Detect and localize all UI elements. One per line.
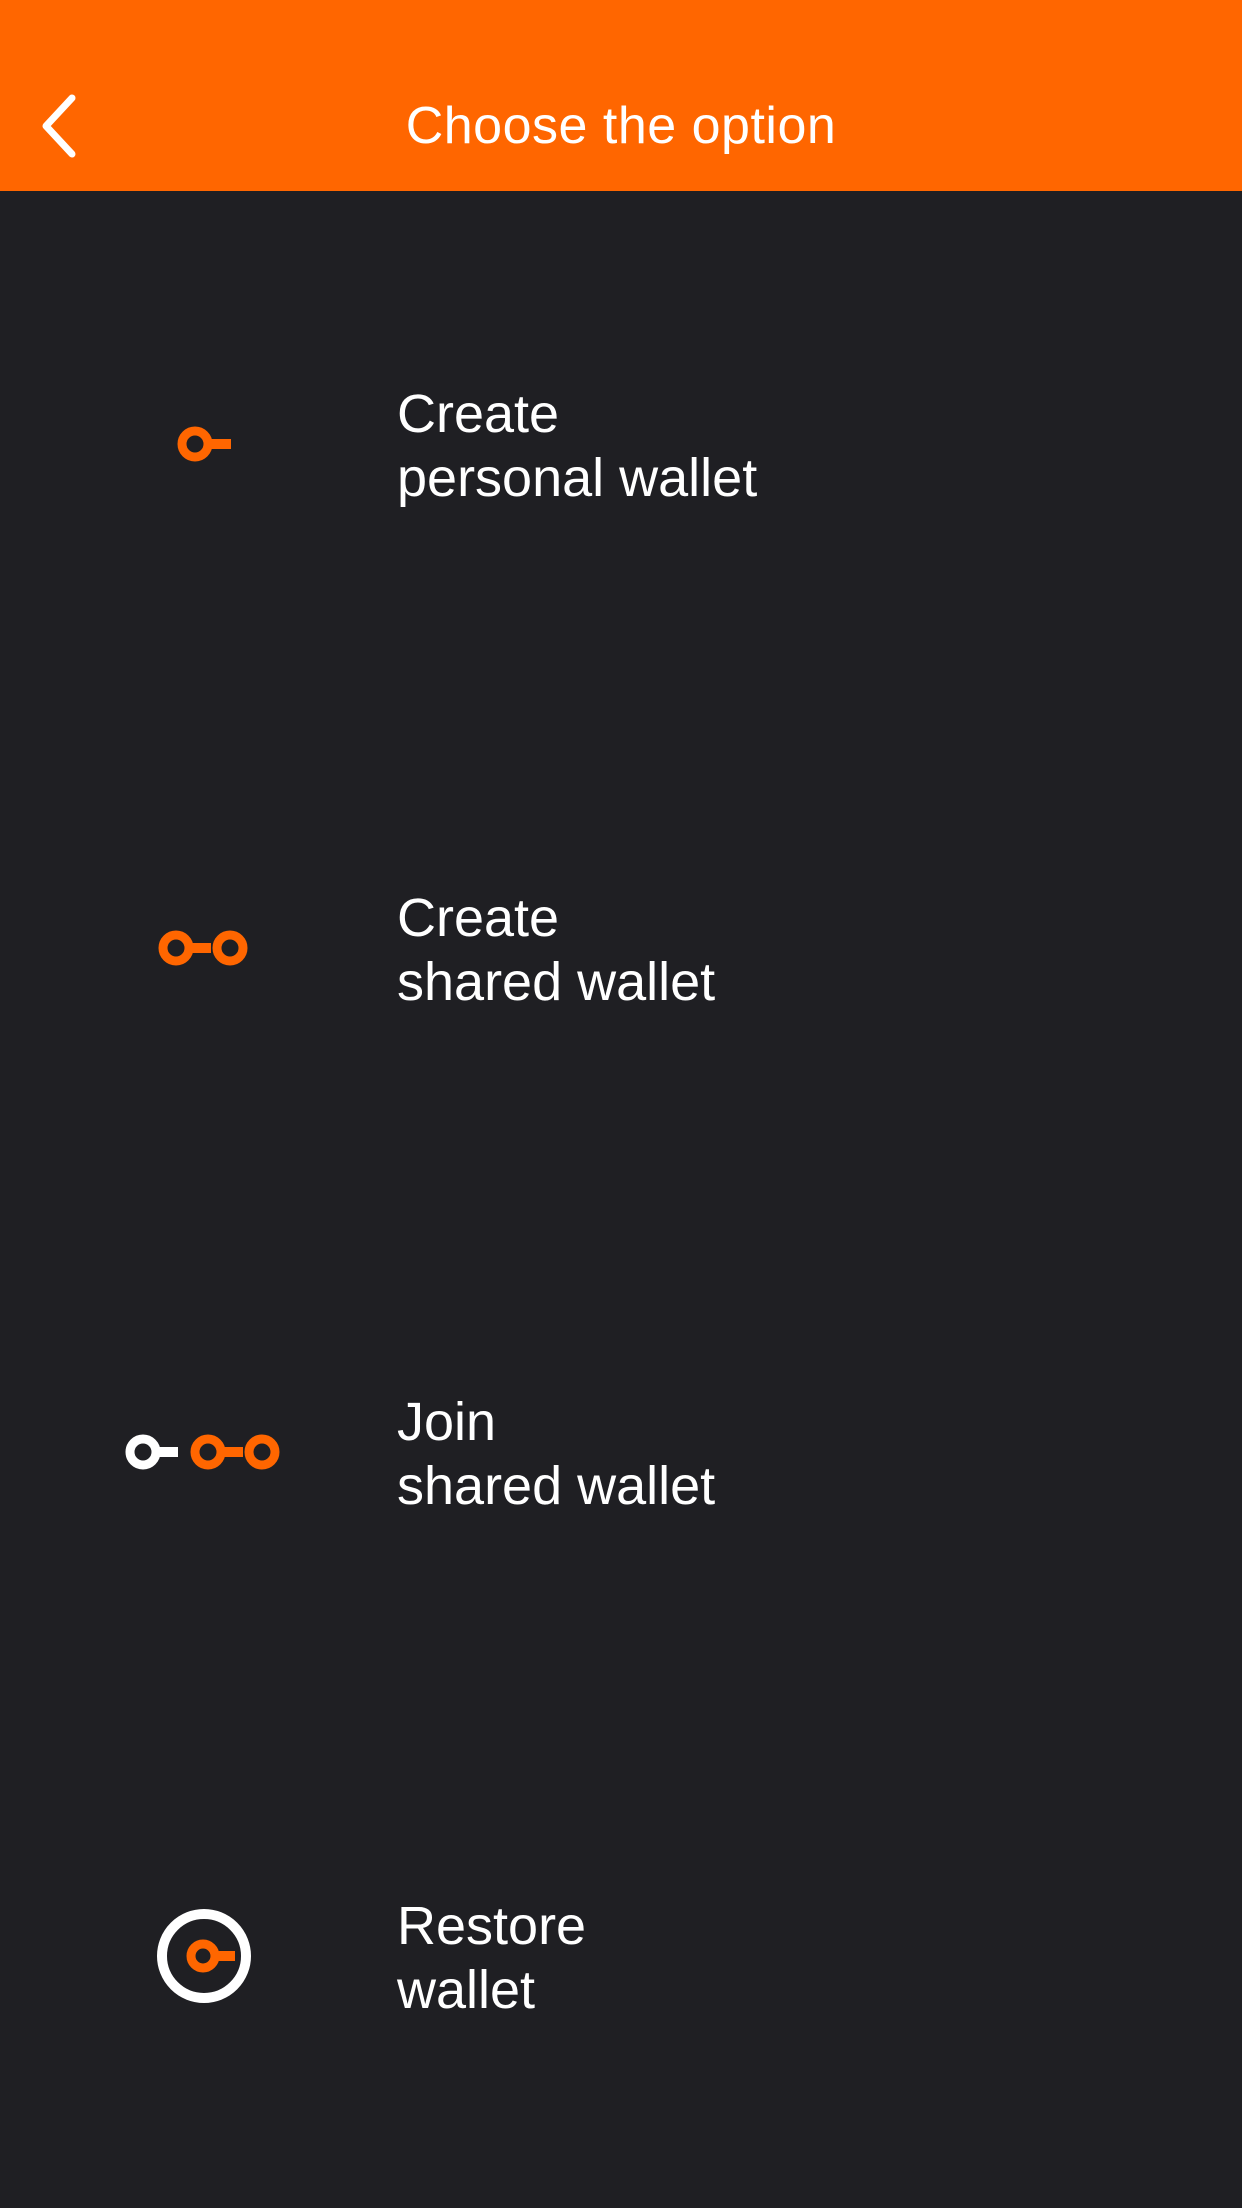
option-label: Join shared wallet — [397, 1392, 716, 1516]
option-label: Create personal wallet — [397, 384, 758, 508]
join-key-icon — [120, 1402, 290, 1502]
single-key-icon — [120, 394, 290, 494]
option-create-shared-wallet[interactable]: Create shared wallet — [0, 798, 1242, 1098]
header-bar: Choose the option — [0, 0, 1242, 191]
option-join-shared-wallet[interactable]: Join shared wallet — [0, 1302, 1242, 1602]
option-label: Create shared wallet — [397, 888, 716, 1012]
restore-key-icon — [120, 1906, 290, 2006]
page-title: Choose the option — [405, 97, 837, 155]
option-create-personal-wallet[interactable]: Create personal wallet — [0, 294, 1242, 594]
option-label: Restore wallet — [397, 1896, 587, 2020]
shared-key-icon — [120, 898, 290, 998]
option-restore-wallet[interactable]: Restore wallet — [0, 1806, 1242, 2106]
